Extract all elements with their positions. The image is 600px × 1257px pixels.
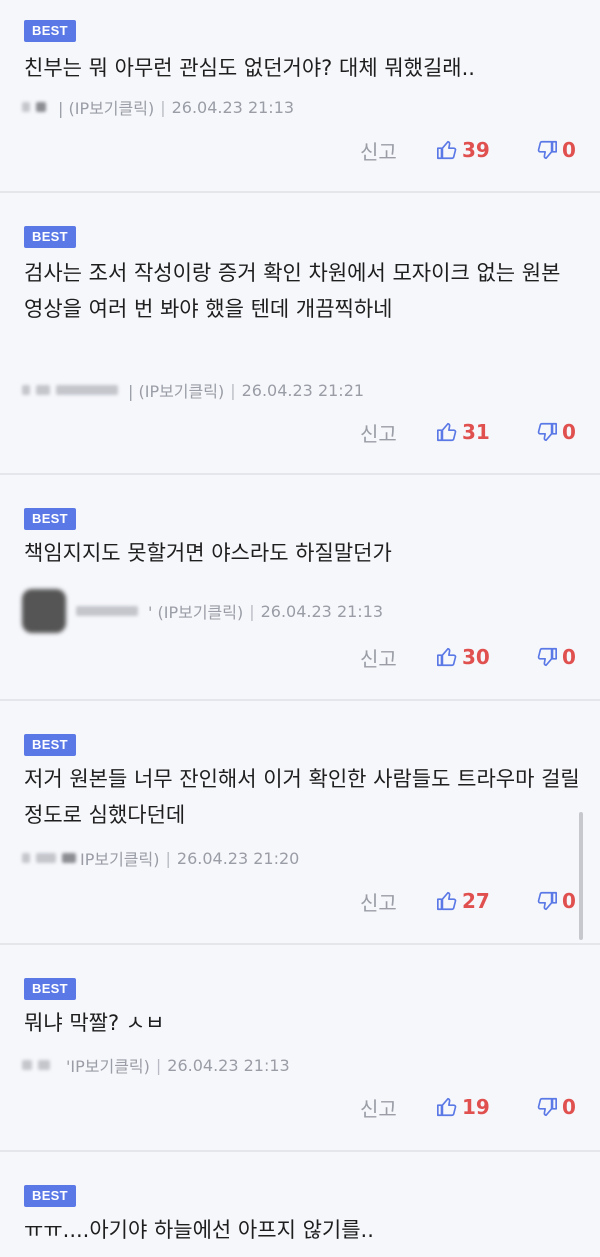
best-badge: BEST [24,734,76,756]
like-button[interactable]: 39 [436,138,536,162]
thumbs-up-icon [437,891,457,911]
blurred-username [36,102,46,112]
meta-separator: | [230,380,236,400]
comment-meta: ' (IP보기클릭) | 26.04.23 21:13 [22,588,383,634]
thumbs-down-icon [537,891,557,911]
like-count: 19 [462,1095,490,1119]
comment-item: BEST 저거 원본들 너무 잔인해서 이거 확인한 사람들도 트라우마 걸릴정… [0,701,600,945]
best-badge: BEST [24,20,76,42]
meta-separator: | [249,601,255,621]
comment-text: 친부는 뭐 아무런 관심도 없던거야? 대체 뭐했길래.. [24,56,475,80]
thumbs-up-icon [437,422,457,442]
blurred-username [22,1060,32,1070]
comment-text: 검사는 조서 작성이랑 증거 확인 차원에서 모자이크 없는 원본 영상을 여러… [24,261,561,321]
blurred-username [62,853,76,863]
report-button[interactable]: 신고 [360,418,436,447]
meta-separator: | [165,848,171,868]
best-badge: BEST [24,508,76,530]
comment-item: BEST 뭐냐 막짤? ㅅㅂ 'IP보기클릭) | 26.04.23 21:13… [0,945,600,1152]
dislike-button[interactable]: 0 [536,420,600,444]
best-badge: BEST [24,1185,76,1207]
dislike-button[interactable]: 0 [536,889,600,913]
blurred-username [22,385,30,395]
comment-meta: | (IP보기클릭) | 26.04.23 21:13 [22,94,294,120]
blurred-username [36,385,50,395]
thumbs-up-icon [437,140,457,160]
report-button[interactable]: 신고 [360,887,436,916]
comment-item: BEST 책임지지도 못할거면 야스라도 하질말던가 ' (IP보기클릭) | … [0,475,600,701]
comment-date: 26.04.23 21:13 [171,97,295,117]
meta-separator: | [155,1055,162,1075]
comment-actions: 신고 39 0 [360,135,600,165]
like-button[interactable]: 31 [436,420,536,444]
comment-item: BEST ㅠㅠ....아기야 하늘에선 아프지 않기를.. [0,1152,600,1257]
meta-separator: | [160,97,166,117]
dislike-count: 0 [562,420,576,444]
comment-text: 저거 원본들 너무 잔인해서 이거 확인한 사람들도 트라우마 걸릴정도로 심했… [24,767,580,827]
ip-link[interactable]: 'IP보기클릭) [66,1053,150,1077]
like-count: 31 [462,420,490,444]
blurred-username [76,606,138,616]
comment-meta: | (IP보기클릭) | 26.04.23 21:21 [22,377,364,403]
scrollbar[interactable] [579,812,583,940]
dislike-count: 0 [562,138,576,162]
like-count: 30 [462,645,490,669]
report-button[interactable]: 신고 [360,1093,436,1122]
report-button[interactable]: 신고 [360,643,436,672]
thumbs-down-icon [537,1097,557,1117]
comment-date: 26.04.23 21:21 [241,380,365,400]
comment-meta: 'IP보기클릭) | 26.04.23 21:13 [22,1052,290,1078]
thumbs-up-icon [437,1097,457,1117]
comment-text: 뭐냐 막짤? ㅅㅂ [24,1011,165,1035]
comment-actions: 신고 19 0 [360,1092,600,1122]
dislike-count: 0 [562,889,576,913]
comment-meta: IP보기클릭) | 26.04.23 21:20 [22,845,299,871]
dislike-button[interactable]: 0 [536,138,600,162]
comment-actions: 신고 27 0 [360,886,600,916]
thumbs-down-icon [537,647,557,667]
best-badge: BEST [24,226,76,248]
blurred-username [36,853,56,863]
dislike-button[interactable]: 0 [536,645,600,669]
comment-item: BEST 검사는 조서 작성이랑 증거 확인 차원에서 모자이크 없는 원본 영… [0,193,600,475]
ip-link[interactable]: IP보기클릭) [80,846,160,870]
blurred-username [22,102,30,112]
avatar [22,589,66,633]
report-button[interactable]: 신고 [360,136,436,165]
comment-date: 26.04.23 21:20 [176,848,300,868]
comment-item: BEST 친부는 뭐 아무런 관심도 없던거야? 대체 뭐했길래.. | (IP… [0,0,600,193]
ip-link[interactable]: ' (IP보기클릭) [148,599,243,623]
like-button[interactable]: 30 [436,645,536,669]
comment-text: 책임지지도 못할거면 야스라도 하질말던가 [24,541,392,565]
blurred-username [56,385,118,395]
thumbs-up-icon [437,647,457,667]
like-count: 27 [462,889,490,913]
ip-link[interactable]: | (IP보기클릭) [58,95,154,119]
comment-actions: 신고 30 0 [360,642,600,672]
dislike-count: 0 [562,645,576,669]
comment-date: 26.04.23 21:13 [167,1055,290,1075]
best-badge: BEST [24,978,76,1000]
thumbs-down-icon [537,140,557,160]
thumbs-down-icon [537,422,557,442]
comment-text: ㅠㅠ....아기야 하늘에선 아프지 않기를.. [24,1218,374,1242]
dislike-count: 0 [562,1095,576,1119]
ip-link[interactable]: | (IP보기클릭) [128,378,224,402]
like-button[interactable]: 19 [436,1095,536,1119]
like-count: 39 [462,138,490,162]
comment-actions: 신고 31 0 [360,417,600,447]
blurred-username [38,1060,50,1070]
comment-date: 26.04.23 21:13 [260,601,384,621]
dislike-button[interactable]: 0 [536,1095,600,1119]
like-button[interactable]: 27 [436,889,536,913]
blurred-username [22,853,30,863]
